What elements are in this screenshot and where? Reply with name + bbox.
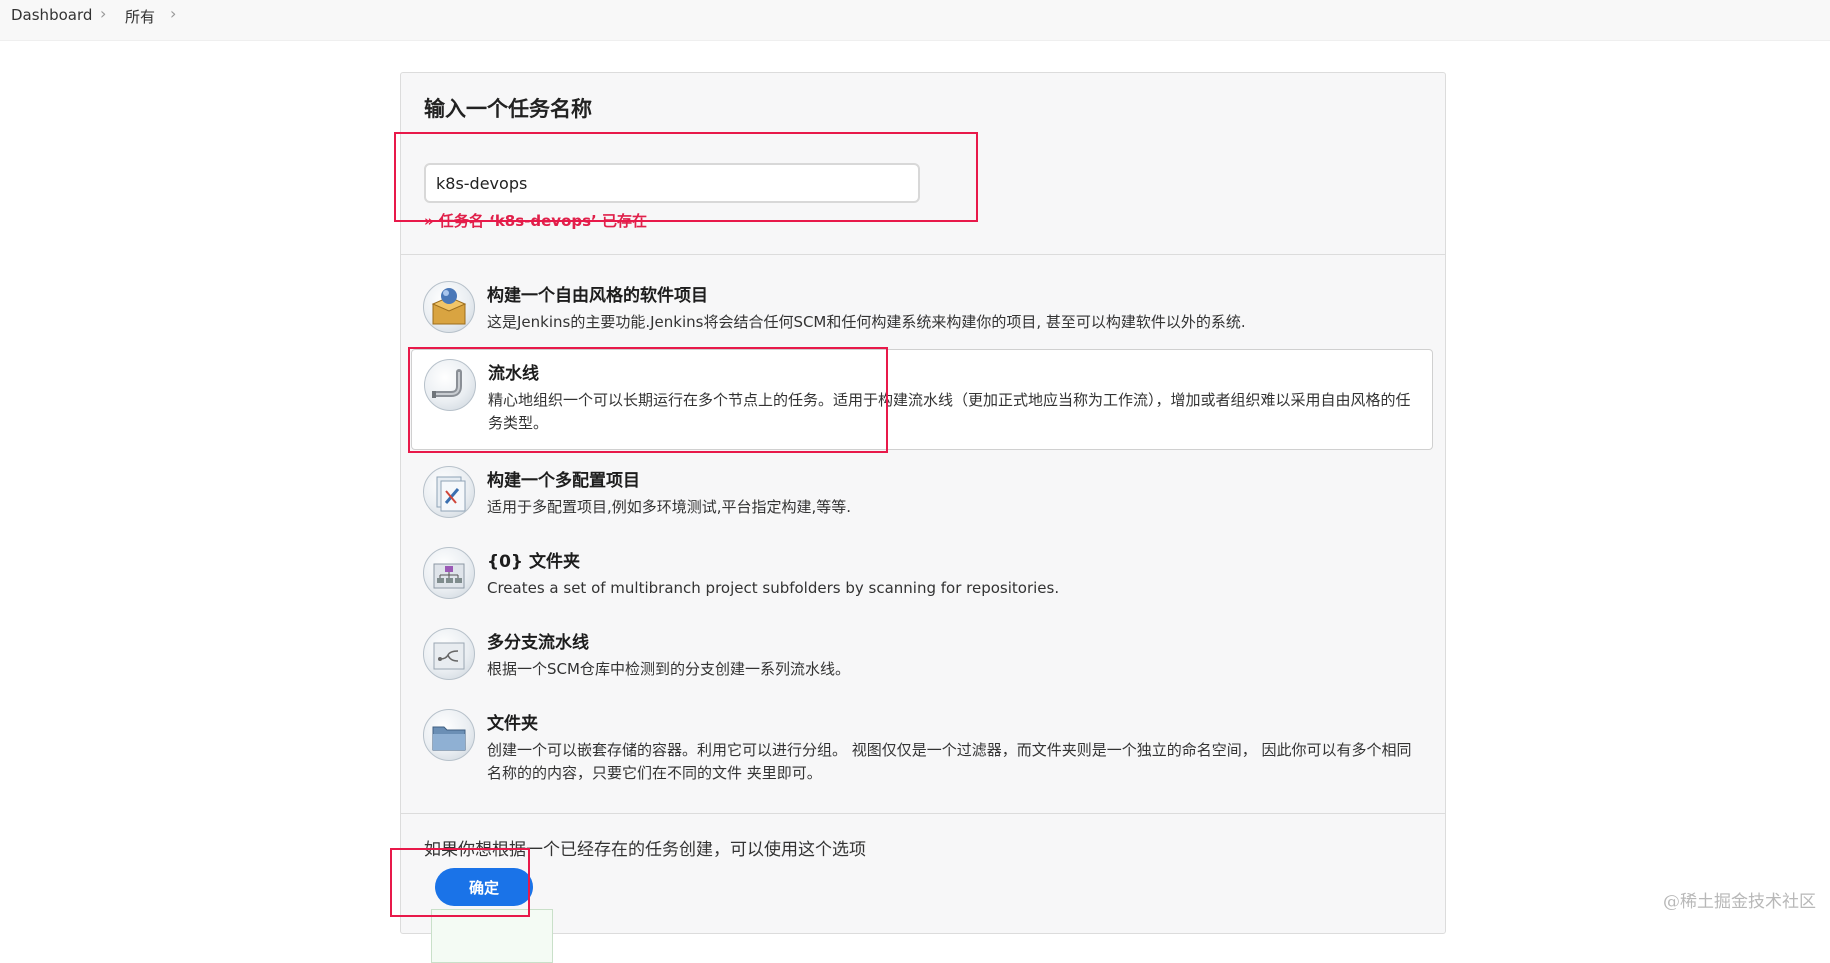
highlight-annotation: [408, 347, 888, 453]
item-description: Creates a set of multibranch project sub…: [487, 579, 1060, 597]
item-title: 文件夹: [487, 714, 538, 734]
chevron-right-icon: ›: [100, 4, 107, 23]
copy-from-section: [431, 909, 553, 963]
multi-config-icon: [423, 466, 475, 518]
item-type-multi-config[interactable]: 构建一个多配置项目 适用于多配置项目,例如多环境测试,平台指定构建,等等.: [411, 463, 1431, 533]
item-type-freestyle[interactable]: 构建一个自由风格的软件项目 这是Jenkins的主要功能.Jenkins将会结合…: [411, 278, 1431, 348]
item-type-multibranch[interactable]: 多分支流水线 根据一个SCM仓库中检测到的分支创建一系列流水线。: [411, 625, 1431, 695]
folder-icon: [423, 709, 475, 761]
chevron-right-icon[interactable]: ›: [170, 4, 176, 23]
page-title: 输入一个任务名称: [424, 97, 592, 121]
item-title: {0} 文件夹: [487, 552, 580, 572]
item-description: 根据一个SCM仓库中检测到的分支创建一系列流水线。: [487, 660, 850, 678]
multibranch-icon: [423, 628, 475, 680]
freestyle-box-icon: [423, 281, 475, 333]
item-title: 构建一个多配置项目: [487, 471, 640, 491]
breadcrumb-dashboard[interactable]: Dashboard: [11, 6, 92, 24]
org-folder-icon: [423, 547, 475, 599]
breadcrumb-bar: Dashboard › 所有 ›: [0, 0, 1830, 41]
item-title: 构建一个自由风格的软件项目: [487, 286, 708, 306]
divider: [401, 254, 1445, 255]
highlight-annotation: [394, 132, 978, 222]
item-title: 多分支流水线: [487, 633, 589, 653]
item-description: 这是Jenkins的主要功能.Jenkins将会结合任何SCM和任何构建系统来构…: [487, 313, 1246, 331]
item-description: 创建一个可以嵌套存储的容器。利用它可以进行分组。 视图仅仅是一个过滤器，而文件夹…: [487, 741, 1412, 782]
watermark: @稀土掘金技术社区: [1663, 892, 1816, 912]
breadcrumb-all[interactable]: 所有: [125, 6, 155, 27]
divider: [401, 813, 1445, 814]
highlight-annotation: [390, 848, 530, 917]
item-description: 适用于多配置项目,例如多环境测试,平台指定构建,等等.: [487, 498, 852, 516]
item-type-org-folder[interactable]: {0} 文件夹 Creates a set of multibranch pro…: [411, 544, 1431, 614]
item-type-folder[interactable]: 文件夹 创建一个可以嵌套存储的容器。利用它可以进行分组。 视图仅仅是一个过滤器，…: [411, 706, 1431, 798]
